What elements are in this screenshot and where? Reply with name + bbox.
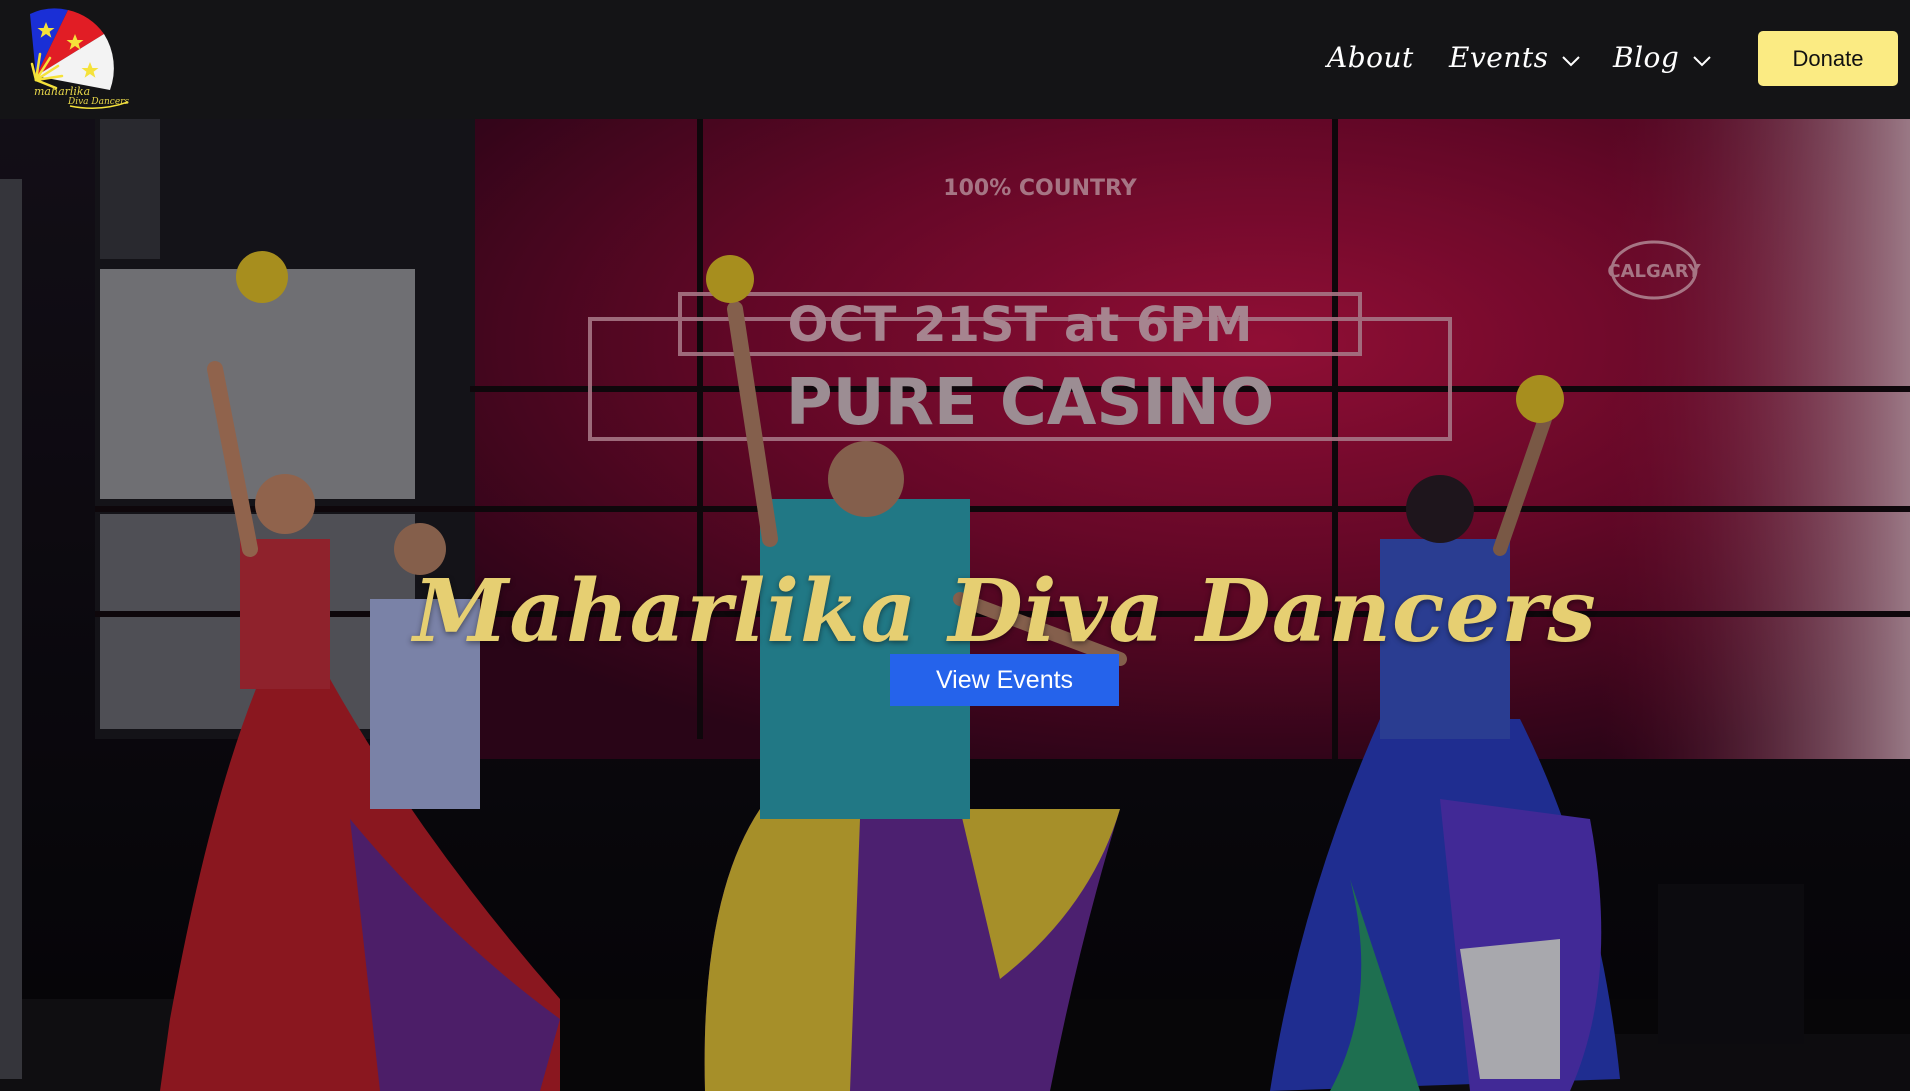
logo-line2: Diva Dancers: [68, 97, 130, 107]
chevron-down-icon: [1693, 41, 1712, 74]
donate-button[interactable]: Donate: [1758, 31, 1898, 86]
view-events-button[interactable]: View Events: [890, 654, 1119, 706]
nav-events-label: Events: [1449, 41, 1549, 74]
navbar: maharlika Diva Dancers About Events Blog…: [0, 0, 1910, 119]
logo-line1: maharlika: [34, 85, 91, 98]
logo-wordmark: maharlika Diva Dancers: [34, 86, 129, 107]
hero-section: 100% COUNTRY OCT 21ST at 6PM PURE CASINO…: [0, 119, 1910, 1091]
site-logo[interactable]: maharlika Diva Dancers: [30, 8, 136, 116]
nav-about-label: About: [1327, 41, 1414, 74]
nav-item-blog[interactable]: Blog: [1613, 41, 1712, 74]
chevron-down-icon: [1562, 41, 1581, 74]
hero-title: Maharlika Diva Dancers: [413, 560, 1597, 662]
nav-blog-label: Blog: [1613, 41, 1680, 74]
nav-item-events[interactable]: Events: [1449, 41, 1581, 74]
page: maharlika Diva Dancers About Events Blog…: [0, 0, 1910, 1091]
nav-item-about[interactable]: About: [1327, 41, 1414, 74]
